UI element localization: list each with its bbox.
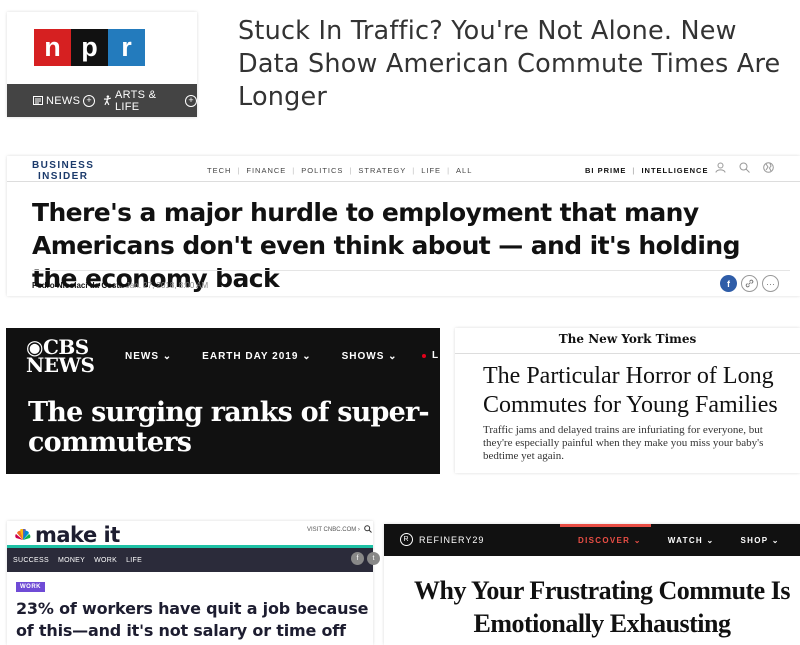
cnbc-nav-life[interactable]: LIFE bbox=[126, 557, 142, 564]
bi-nav-finance[interactable]: FINANCE bbox=[246, 166, 286, 175]
r29-nav-shop[interactable]: SHOP ⌄ bbox=[741, 536, 780, 545]
r29-logo-text: REFINERY29 bbox=[419, 534, 485, 545]
npr-nav-bar: NEWS + ARTS & LIFE + bbox=[7, 84, 197, 117]
cbs-nav-shows[interactable]: SHOWS ⌄ bbox=[342, 351, 398, 362]
facebook-icon[interactable]: f bbox=[351, 552, 364, 565]
nav-separator: | bbox=[412, 166, 416, 175]
chevron-down-icon: ⌄ bbox=[633, 536, 642, 545]
bi-author[interactable]: Pedro Nicolaci da Costa bbox=[32, 281, 124, 290]
search-icon[interactable] bbox=[739, 162, 750, 173]
r29-nav-watch[interactable]: WATCH ⌄ bbox=[668, 536, 715, 545]
bi-header-divider bbox=[7, 181, 800, 182]
refinery29-panel: R REFINERY29 DISCOVER ⌄ WATCH ⌄ SHOP ⌄ W… bbox=[384, 524, 800, 645]
cnbc-headline[interactable]: 23% of workers have quit a job because o… bbox=[16, 598, 371, 642]
user-icon[interactable] bbox=[715, 162, 726, 173]
npr-nav-news[interactable]: NEWS + bbox=[33, 94, 96, 107]
cnbc-nav-success[interactable]: SUCCESS bbox=[13, 557, 49, 564]
cbs-headline[interactable]: The surging ranks of super-commuters bbox=[28, 398, 438, 458]
live-dot-icon bbox=[422, 354, 426, 358]
nav-separator: | bbox=[447, 166, 451, 175]
r29-nav-bar: R REFINERY29 DISCOVER ⌄ WATCH ⌄ SHOP ⌄ bbox=[384, 524, 800, 556]
bi-prime-link[interactable]: BI PRIME bbox=[585, 166, 626, 175]
cnbc-nav-money[interactable]: MONEY bbox=[58, 557, 85, 564]
chevron-down-icon: ⌄ bbox=[706, 536, 715, 545]
npr-headline-panel: Stuck In Traffic? You're Not Alone. New … bbox=[218, 5, 800, 115]
cbs-news-logo[interactable]: ◉CBS NEWS bbox=[26, 337, 95, 377]
more-icon[interactable]: ··· bbox=[762, 275, 779, 292]
cbs-news-panel: ◉CBS NEWS NEWS ⌄ EARTH DAY 2019 ⌄ SHOWS … bbox=[6, 328, 440, 474]
r29-logo-icon: R bbox=[400, 533, 413, 546]
search-icon[interactable] bbox=[364, 525, 372, 535]
nyt-header-divider bbox=[455, 353, 800, 354]
bi-intelligence-link[interactable]: INTELLIGENCE bbox=[641, 166, 708, 175]
bi-date: Jan. 27, 2018, 8:00 AM bbox=[125, 281, 209, 290]
bi-right-nav: BI PRIME | INTELLIGENCE bbox=[585, 166, 708, 175]
bi-byline: Pedro Nicolaci da Costa Jan. 27, 2018, 8… bbox=[32, 281, 208, 290]
bi-nav-strategy[interactable]: STRATEGY bbox=[358, 166, 406, 175]
npr-logo-letter-p: p bbox=[71, 29, 108, 66]
npr-nav-news-label: NEWS bbox=[46, 94, 81, 107]
bi-byline-rule bbox=[32, 270, 790, 271]
cnbc-wordmark: make it bbox=[35, 523, 120, 547]
cnbc-social-icons: f t bbox=[351, 552, 380, 565]
npr-headline[interactable]: Stuck In Traffic? You're Not Alone. New … bbox=[238, 15, 798, 114]
cnbc-make-it-logo[interactable]: make it bbox=[15, 523, 120, 547]
globe-icon[interactable] bbox=[763, 162, 774, 173]
r29-menu: DISCOVER ⌄ WATCH ⌄ SHOP ⌄ bbox=[578, 536, 780, 545]
bi-nav-tech[interactable]: TECH bbox=[207, 166, 231, 175]
nyt-logo[interactable]: The New York Times bbox=[455, 332, 800, 346]
npr-logo-panel: n p r NEWS + ARTS & LIFE + bbox=[7, 12, 197, 117]
npr-logo[interactable]: n p r bbox=[34, 29, 145, 66]
nyt-summary: Traffic jams and delayed trains are infu… bbox=[483, 424, 764, 462]
link-icon[interactable] bbox=[741, 275, 758, 292]
cnbc-nav-work[interactable]: WORK bbox=[94, 557, 117, 564]
r29-active-indicator bbox=[560, 524, 651, 527]
dancer-icon bbox=[104, 95, 112, 106]
nav-separator: | bbox=[237, 166, 241, 175]
cbs-logo-line2: NEWS bbox=[26, 353, 95, 377]
cbs-nav-live-partial[interactable]: L bbox=[432, 350, 438, 361]
bi-nav-all[interactable]: ALL bbox=[456, 166, 472, 175]
npr-logo-letter-n: n bbox=[34, 29, 71, 66]
cnbc-category-tag[interactable]: WORK bbox=[16, 582, 45, 592]
chevron-right-icon: › bbox=[357, 527, 360, 533]
bi-logo-line1: BUSINESS bbox=[32, 160, 95, 171]
bi-share-buttons: f ··· bbox=[720, 275, 779, 292]
nav-separator: | bbox=[632, 166, 636, 175]
business-insider-panel: BUSINESS INSIDER TECH | FINANCE | POLITICS… bbox=[7, 156, 800, 296]
expand-plus-icon[interactable]: + bbox=[185, 94, 197, 107]
chevron-down-icon: ⌄ bbox=[302, 351, 312, 362]
nyt-panel: The New York Times The Particular Horror… bbox=[455, 328, 800, 473]
peacock-icon bbox=[15, 529, 31, 540]
nyt-headline[interactable]: The Particular Horror of Long Commutes f… bbox=[483, 362, 798, 420]
r29-headline[interactable]: Why Your Frustrating Commute Is Emotiona… bbox=[404, 574, 800, 640]
expand-plus-icon[interactable]: + bbox=[83, 94, 96, 107]
bi-nav: TECH | FINANCE | POLITICS | STRATEGY | LIFE |… bbox=[207, 166, 472, 175]
cbs-nav-news[interactable]: NEWS ⌄ bbox=[125, 351, 172, 362]
npr-logo-letter-r: r bbox=[108, 29, 145, 66]
chevron-down-icon: ⌄ bbox=[771, 536, 780, 545]
twitter-icon[interactable]: t bbox=[367, 552, 380, 565]
bi-nav-life[interactable]: LIFE bbox=[421, 166, 441, 175]
nav-separator: | bbox=[349, 166, 353, 175]
nav-separator: | bbox=[292, 166, 296, 175]
npr-nav-arts-life-label: ARTS & LIFE bbox=[114, 88, 157, 113]
cnbc-nav: SUCCESS MONEY WORK LIFE bbox=[7, 548, 373, 572]
cbs-nav: NEWS ⌄ EARTH DAY 2019 ⌄ SHOWS ⌄ bbox=[125, 351, 398, 362]
chevron-down-icon: ⌄ bbox=[388, 351, 398, 362]
cnbc-make-it-panel: make it VISIT CNBC.COM › SUCCESS MONEY W… bbox=[7, 521, 380, 645]
npr-nav-arts-life[interactable]: ARTS & LIFE + bbox=[103, 89, 197, 113]
business-insider-logo[interactable]: BUSINESS INSIDER bbox=[32, 160, 94, 182]
bi-nav-politics[interactable]: POLITICS bbox=[301, 166, 343, 175]
refinery29-logo[interactable]: R REFINERY29 bbox=[400, 533, 484, 546]
cnbc-visit-link[interactable]: VISIT CNBC.COM › bbox=[307, 527, 360, 533]
r29-nav-discover[interactable]: DISCOVER ⌄ bbox=[578, 536, 642, 545]
facebook-icon[interactable]: f bbox=[720, 275, 737, 292]
chevron-down-icon: ⌄ bbox=[162, 351, 173, 362]
cbs-nav-earth-day[interactable]: EARTH DAY 2019 ⌄ bbox=[202, 351, 311, 362]
bi-utility-icons bbox=[715, 162, 774, 173]
list-icon bbox=[33, 96, 43, 105]
